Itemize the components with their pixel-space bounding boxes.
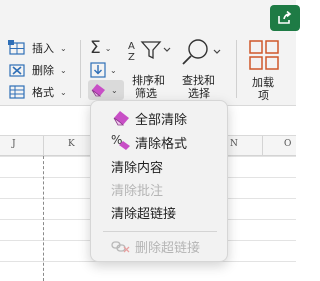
delete-button[interactable]: 删除 ⌄ <box>8 60 67 80</box>
menu-item-label: 删除超链接 <box>135 240 201 256</box>
share-icon <box>278 11 292 24</box>
chevron-down-icon: ⌄ <box>111 85 118 95</box>
addins-grid-icon <box>249 40 279 70</box>
sort-filter-button[interactable]: A Z 排序和 筛选 <box>128 38 174 100</box>
column-header-j[interactable]: J <box>12 139 16 149</box>
insert-button[interactable]: 插入 ⌄ <box>8 38 67 58</box>
menu-item-remove-hyperlinks: 删除超链接 <box>91 235 227 257</box>
chevron-down-icon: ⌄ <box>60 65 67 75</box>
menu-item-label: 全部清除 <box>135 112 188 128</box>
sort-filter-icon: A Z <box>128 41 171 62</box>
column-header-o[interactable]: O <box>284 139 291 149</box>
column-divider <box>43 136 44 156</box>
share-button[interactable] <box>270 5 300 31</box>
clear-dropdown-menu: 全部清除 % 清除格式 清除内容 清除批注 清除超链接 删除超链接 <box>90 100 228 262</box>
magnifier-icon <box>182 39 221 65</box>
find-select-button[interactable]: 查找和 选择 <box>178 38 228 100</box>
group-separator <box>236 40 237 98</box>
format-cells-icon <box>9 85 25 99</box>
addins-button[interactable]: 加载 项 <box>244 38 284 102</box>
menu-item-label: 清除批注 <box>111 183 164 199</box>
fill-down-icon <box>90 62 106 78</box>
menu-item-clear-comments: 清除批注 <box>91 178 227 200</box>
fill-button[interactable]: ⌄ <box>90 60 117 80</box>
column-header-n[interactable]: N <box>230 139 238 149</box>
addins-label-line2: 项 <box>258 89 269 102</box>
menu-item-label: 清除超链接 <box>111 206 177 222</box>
eraser-icon <box>91 84 105 97</box>
insert-label: 插入 <box>32 42 54 55</box>
menu-item-clear-contents[interactable]: 清除内容 <box>91 155 227 177</box>
clear-formats-icon: % <box>111 133 130 150</box>
menu-item-label: 清除内容 <box>111 160 164 176</box>
chevron-down-icon: ⌄ <box>104 43 112 53</box>
eraser-icon <box>113 111 129 126</box>
menu-item-clear-all[interactable]: 全部清除 <box>91 107 227 129</box>
format-button[interactable]: 格式 ⌄ <box>8 82 67 102</box>
ribbon: 插入 ⌄ 删除 ⌄ 格式 ⌄ Σ ⌄ ⌄ ⌄ A Z 排序和 筛选 查找和 选择… <box>0 0 300 106</box>
svg-text:A: A <box>128 41 135 52</box>
menu-item-clear-hyperlinks[interactable]: 清除超链接 <box>91 201 227 223</box>
menu-item-clear-formats[interactable]: % 清除格式 <box>91 131 227 153</box>
chevron-down-icon: ⌄ <box>110 65 117 75</box>
remove-hyperlink-icon <box>111 241 130 253</box>
column-header-k[interactable]: K <box>68 139 75 149</box>
group-separator <box>80 40 81 98</box>
format-label: 格式 <box>32 86 54 99</box>
menu-separator <box>103 231 217 232</box>
insert-cells-icon <box>8 40 25 55</box>
page-break-line <box>43 156 44 281</box>
delete-label: 删除 <box>32 64 54 77</box>
clear-button[interactable]: ⌄ <box>88 80 124 100</box>
chevron-down-icon: ⌄ <box>60 87 67 97</box>
menu-item-label: 清除格式 <box>135 136 188 152</box>
find-select-label-line2: 选择 <box>188 87 210 100</box>
sigma-icon: Σ <box>90 38 101 58</box>
chevron-down-icon: ⌄ <box>60 43 67 53</box>
autosum-button[interactable]: Σ ⌄ <box>90 38 111 58</box>
sort-filter-label-line2: 筛选 <box>135 87 157 100</box>
delete-cells-icon <box>9 64 25 77</box>
svg-text:Z: Z <box>128 52 135 62</box>
column-divider <box>262 136 263 156</box>
